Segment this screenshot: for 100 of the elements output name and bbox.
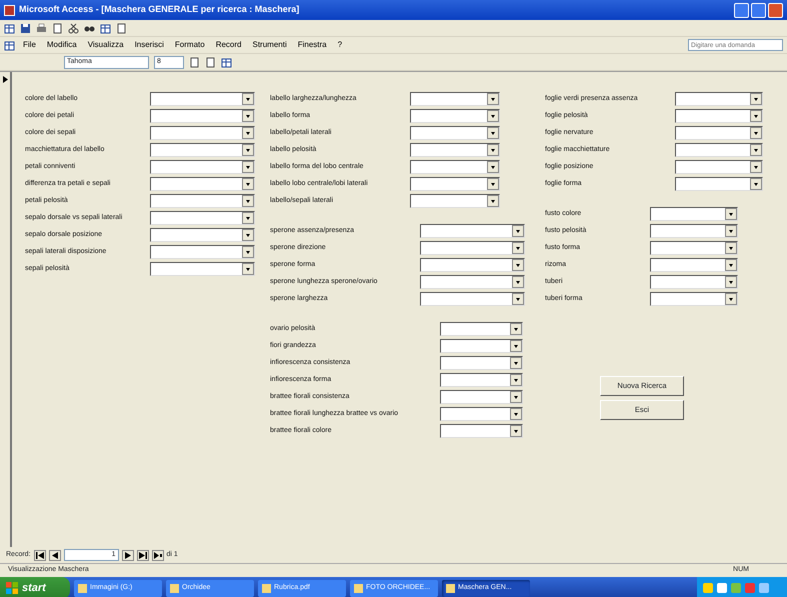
dropdown-button[interactable] bbox=[242, 110, 254, 122]
dropdown-button[interactable] bbox=[242, 127, 254, 139]
first-record-button[interactable] bbox=[34, 550, 46, 560]
dropdown-field[interactable] bbox=[675, 160, 763, 174]
dropdown-field[interactable] bbox=[150, 194, 255, 208]
dropdown-button[interactable] bbox=[242, 229, 254, 241]
dropdown-field[interactable] bbox=[440, 424, 523, 438]
dropdown-field[interactable] bbox=[410, 143, 500, 157]
page-icon[interactable] bbox=[116, 22, 127, 34]
dropdown-field[interactable] bbox=[410, 177, 500, 191]
dropdown-field[interactable] bbox=[410, 126, 500, 140]
menu-item[interactable]: Strumenti bbox=[250, 39, 290, 51]
dropdown-button[interactable] bbox=[512, 242, 524, 254]
dropdown-button[interactable] bbox=[242, 93, 254, 105]
dropdown-button[interactable] bbox=[725, 276, 737, 288]
dropdown-field[interactable] bbox=[410, 160, 500, 174]
menu-item[interactable]: Record bbox=[212, 39, 244, 51]
dropdown-field[interactable] bbox=[410, 109, 500, 123]
dropdown-field[interactable] bbox=[410, 92, 500, 106]
dropdown-button[interactable] bbox=[242, 246, 254, 258]
dropdown-field[interactable] bbox=[150, 211, 255, 225]
menu-item[interactable]: Formato bbox=[172, 39, 208, 51]
dropdown-field[interactable] bbox=[675, 177, 763, 191]
dropdown-button[interactable] bbox=[242, 212, 254, 224]
printer-icon[interactable] bbox=[36, 22, 47, 34]
dropdown-field[interactable] bbox=[150, 177, 255, 191]
border-icon[interactable] bbox=[221, 56, 232, 68]
dropdown-button[interactable] bbox=[750, 178, 762, 190]
dropdown-field[interactable] bbox=[675, 109, 763, 123]
dropdown-button[interactable] bbox=[242, 263, 254, 275]
last-record-button[interactable] bbox=[136, 550, 149, 560]
close-button[interactable] bbox=[768, 2, 783, 18]
menu-item[interactable]: Inserisci bbox=[132, 39, 167, 51]
dropdown-button[interactable] bbox=[487, 93, 499, 105]
dropdown-button[interactable] bbox=[725, 208, 737, 220]
dropdown-field[interactable] bbox=[440, 339, 523, 353]
dropdown-field[interactable] bbox=[650, 292, 738, 306]
previous-record-button[interactable] bbox=[48, 550, 61, 560]
dropdown-field[interactable] bbox=[150, 160, 255, 174]
dropdown-button[interactable] bbox=[487, 144, 499, 156]
dropdown-field[interactable] bbox=[420, 241, 525, 255]
dropdown-button[interactable] bbox=[510, 340, 522, 352]
dropdown-button[interactable] bbox=[242, 195, 254, 207]
dropdown-field[interactable] bbox=[440, 322, 523, 336]
dropdown-button[interactable] bbox=[510, 374, 522, 386]
dropdown-field[interactable] bbox=[440, 390, 523, 404]
dropdown-field[interactable] bbox=[420, 258, 525, 272]
dropdown-field[interactable] bbox=[150, 92, 255, 106]
dropdown-button[interactable] bbox=[750, 110, 762, 122]
dropdown-button[interactable] bbox=[750, 127, 762, 139]
new-record-button[interactable] bbox=[152, 550, 164, 560]
dropdown-button[interactable] bbox=[512, 276, 524, 288]
dropdown-button[interactable] bbox=[512, 293, 524, 305]
dropdown-field[interactable] bbox=[675, 92, 763, 106]
dropdown-field[interactable] bbox=[420, 292, 525, 306]
menu-item[interactable]: ? bbox=[334, 39, 346, 51]
dropdown-button[interactable] bbox=[510, 323, 522, 335]
dropdown-button[interactable] bbox=[487, 161, 499, 173]
dropdown-button[interactable] bbox=[242, 161, 254, 173]
page-icon[interactable] bbox=[52, 22, 63, 34]
menu-item[interactable]: File bbox=[20, 39, 39, 51]
dropdown-field[interactable] bbox=[420, 275, 525, 289]
dropdown-button[interactable] bbox=[242, 144, 254, 156]
dropdown-field[interactable] bbox=[150, 126, 255, 140]
save-icon[interactable] bbox=[20, 22, 31, 34]
next-record-button[interactable] bbox=[122, 550, 134, 560]
dropdown-field[interactable] bbox=[150, 262, 255, 276]
dropdown-button[interactable] bbox=[512, 225, 524, 237]
dropdown-button[interactable] bbox=[487, 178, 499, 190]
dropdown-button[interactable] bbox=[725, 242, 737, 254]
dropdown-button[interactable] bbox=[510, 357, 522, 369]
dropdown-button[interactable] bbox=[510, 425, 522, 437]
dropdown-button[interactable] bbox=[512, 259, 524, 271]
restore-button[interactable] bbox=[751, 2, 766, 18]
dropdown-field[interactable] bbox=[440, 407, 523, 421]
app-menu-icon[interactable] bbox=[4, 40, 15, 50]
dropdown-field[interactable] bbox=[150, 109, 255, 123]
dropdown-button[interactable] bbox=[750, 161, 762, 173]
dropdown-field[interactable] bbox=[650, 275, 738, 289]
start-button[interactable]: start bbox=[0, 577, 70, 597]
table-icon[interactable] bbox=[100, 22, 111, 34]
dropdown-field[interactable] bbox=[675, 126, 763, 140]
dropdown-button[interactable] bbox=[487, 110, 499, 122]
dropdown-field[interactable] bbox=[440, 373, 523, 387]
dropdown-button[interactable] bbox=[510, 391, 522, 403]
dropdown-field[interactable] bbox=[150, 143, 255, 157]
dropdown-button[interactable] bbox=[750, 93, 762, 105]
dropdown-field[interactable] bbox=[440, 356, 523, 370]
dropdown-button[interactable] bbox=[725, 259, 737, 271]
dropdown-button[interactable] bbox=[725, 293, 737, 305]
dropdown-field[interactable] bbox=[150, 245, 255, 259]
dropdown-field[interactable] bbox=[650, 207, 738, 221]
dropdown-button[interactable] bbox=[510, 408, 522, 420]
dropdown-field[interactable] bbox=[410, 194, 500, 208]
dropdown-field[interactable] bbox=[650, 224, 738, 238]
scissors-icon[interactable] bbox=[68, 22, 79, 34]
dropdown-field[interactable] bbox=[150, 228, 255, 242]
dropdown-button[interactable] bbox=[487, 127, 499, 139]
dropdown-field[interactable] bbox=[650, 258, 738, 272]
dropdown-field[interactable] bbox=[420, 224, 525, 238]
